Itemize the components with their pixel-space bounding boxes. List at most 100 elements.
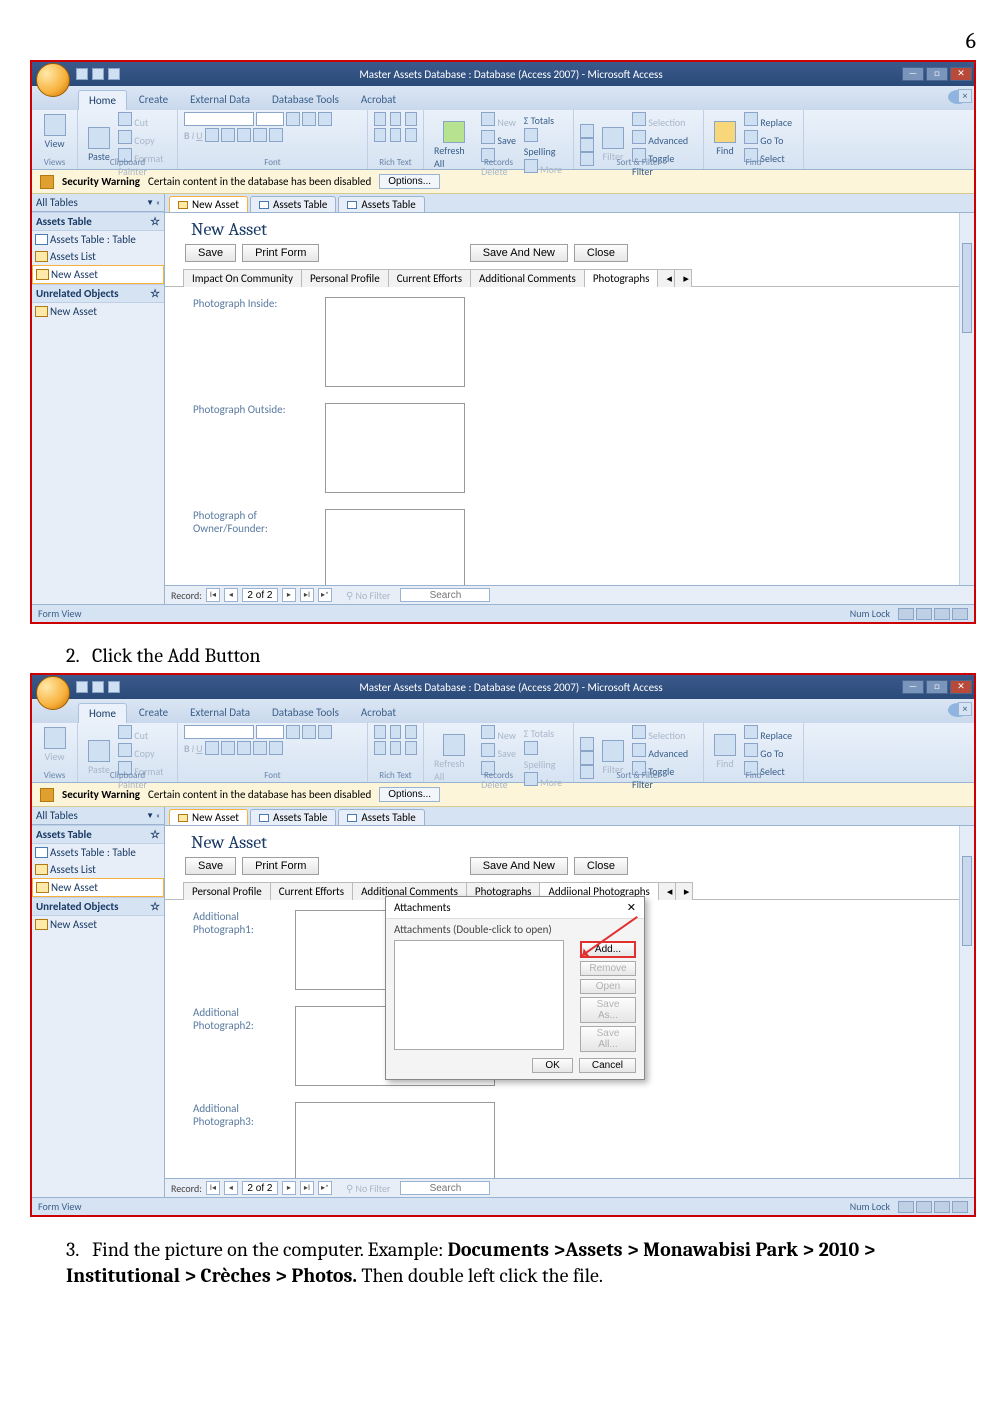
subtab-prev[interactable]: ◂ <box>658 882 676 900</box>
subtab-prev[interactable]: ◂ <box>657 269 675 287</box>
attachments-dialog: Attachments✕ Attachments (Double-click t… <box>385 896 645 1080</box>
nav-item-assets-list[interactable]: Assets List <box>32 861 164 878</box>
doc-tab-assets-1[interactable]: Assets Table <box>250 809 336 825</box>
tab-home[interactable]: Home <box>78 703 127 723</box>
subtab-next[interactable]: ▸ <box>674 269 692 287</box>
nav-item-new-asset-2[interactable]: New Asset <box>32 303 164 320</box>
form-save-button[interactable]: Save <box>185 857 236 875</box>
nav-header[interactable]: All Tables▼ « <box>32 194 164 212</box>
status-numlock: Num Lock <box>850 607 890 620</box>
subtab-impact[interactable]: Impact On Community <box>183 269 302 287</box>
tab-acrobat[interactable]: Acrobat <box>351 90 406 110</box>
advanced-button[interactable]: Advanced <box>632 130 697 147</box>
recnav-prev[interactable]: ◂ <box>224 1181 238 1195</box>
nav-item-new-asset-2[interactable]: New Asset <box>32 916 164 933</box>
quick-access-toolbar[interactable] <box>76 68 120 80</box>
office-button[interactable] <box>36 63 70 97</box>
tab-create[interactable]: Create <box>129 90 178 110</box>
recnav-first[interactable]: I◂ <box>206 588 220 602</box>
subtab-comments[interactable]: Additional Comments <box>470 269 585 287</box>
totals-button[interactable]: Σ Totals <box>524 114 567 127</box>
dialog-cancel-button[interactable]: Cancel <box>579 1058 636 1073</box>
form-print-button[interactable]: Print Form <box>242 244 319 262</box>
recnav-search[interactable] <box>400 1181 490 1195</box>
nav-item-assets-table[interactable]: Assets Table : Table <box>32 844 164 861</box>
nav-group-assets[interactable]: Assets Table☆ <box>32 212 164 231</box>
vertical-scrollbar[interactable] <box>959 213 974 585</box>
tab-dbtools[interactable]: Database Tools <box>262 90 349 110</box>
new-button[interactable]: New <box>481 112 520 129</box>
tab-dbtools[interactable]: Database Tools <box>262 703 349 723</box>
view-switcher[interactable] <box>898 1201 968 1213</box>
subtab-efforts[interactable]: Current Efforts <box>388 269 471 287</box>
form-close-button[interactable]: Close <box>574 244 628 262</box>
doc-tab-assets-2[interactable]: Assets Table <box>338 809 424 825</box>
find-button[interactable]: Find <box>710 119 740 159</box>
form-savenew-button[interactable]: Save And New <box>470 857 568 875</box>
tab-create[interactable]: Create <box>129 703 178 723</box>
nav-item-new-asset[interactable]: New Asset <box>32 878 164 897</box>
subtab-profile[interactable]: Personal Profile <box>183 882 271 900</box>
recnav-last[interactable]: ▸I <box>300 1181 314 1195</box>
window-controls[interactable]: —□✕ <box>902 680 972 694</box>
dialog-saveall-button[interactable]: Save All... <box>580 1026 636 1052</box>
nav-item-assets-table[interactable]: Assets Table : Table <box>32 231 164 248</box>
subtab-next[interactable]: ▸ <box>675 882 693 900</box>
nav-item-new-asset[interactable]: New Asset <box>32 265 164 284</box>
nav-group-unrelated[interactable]: Unrelated Objects☆ <box>32 897 164 916</box>
dialog-close[interactable]: ✕ <box>627 901 636 914</box>
cut-button[interactable]: Cut <box>118 112 171 129</box>
window-controls[interactable]: —□✕ <box>902 67 972 81</box>
mdi-close[interactable]: × <box>958 89 972 103</box>
recnav-pos[interactable] <box>242 588 278 602</box>
field-photo-owner[interactable] <box>325 509 465 585</box>
field-photo-inside[interactable] <box>325 297 465 387</box>
dialog-remove-button[interactable]: Remove <box>580 961 636 976</box>
field-add3[interactable] <box>295 1102 495 1178</box>
dialog-listbox[interactable] <box>394 940 564 1050</box>
nav-header[interactable]: All Tables▼ « <box>32 807 164 825</box>
subtab-efforts[interactable]: Current Efforts <box>270 882 353 900</box>
replace-button[interactable]: Replace <box>744 112 792 129</box>
recnav-new[interactable]: ▸* <box>318 588 332 602</box>
doc-tab-assets-1[interactable]: Assets Table <box>250 196 336 212</box>
recnav-next[interactable]: ▸ <box>282 1181 296 1195</box>
copy-button[interactable]: Copy <box>118 130 171 147</box>
recnav-prev[interactable]: ◂ <box>224 588 238 602</box>
field-photo-outside[interactable] <box>325 403 465 493</box>
nav-group-assets[interactable]: Assets Table☆ <box>32 825 164 844</box>
recnav-new[interactable]: ▸* <box>318 1181 332 1195</box>
recnav-search[interactable] <box>400 588 490 602</box>
form-savenew-button[interactable]: Save And New <box>470 244 568 262</box>
recnav-first[interactable]: I◂ <box>206 1181 220 1195</box>
tab-home[interactable]: Home <box>78 90 127 110</box>
office-button[interactable] <box>36 676 70 710</box>
doc-tab-new-asset[interactable]: New Asset <box>169 196 248 212</box>
view-switcher[interactable] <box>898 608 968 620</box>
mdi-close[interactable]: × <box>958 702 972 716</box>
spelling-button[interactable]: Spelling <box>524 128 567 158</box>
dialog-ok-button[interactable]: OK <box>532 1058 572 1073</box>
form-close-button[interactable]: Close <box>574 857 628 875</box>
doc-tab-assets-2[interactable]: Assets Table <box>338 196 424 212</box>
selection-button[interactable]: Selection <box>632 112 697 129</box>
view-button[interactable]: View <box>38 112 71 152</box>
form-save-button[interactable]: Save <box>185 244 236 262</box>
vertical-scrollbar[interactable] <box>959 826 974 1178</box>
dialog-open-button[interactable]: Open <box>580 979 636 994</box>
dialog-saveas-button[interactable]: Save As... <box>580 997 636 1023</box>
nav-item-assets-list[interactable]: Assets List <box>32 248 164 265</box>
subtab-photos[interactable]: Photographs <box>584 269 659 287</box>
save-rec-button[interactable]: Save <box>481 130 520 147</box>
goto-button[interactable]: Go To <box>744 130 792 147</box>
recnav-pos[interactable] <box>242 1181 278 1195</box>
tab-acrobat[interactable]: Acrobat <box>351 703 406 723</box>
tab-externaldata[interactable]: External Data <box>180 703 260 723</box>
recnav-last[interactable]: ▸I <box>300 588 314 602</box>
nav-group-unrelated[interactable]: Unrelated Objects☆ <box>32 284 164 303</box>
recnav-next[interactable]: ▸ <box>282 588 296 602</box>
form-print-button[interactable]: Print Form <box>242 857 319 875</box>
tab-externaldata[interactable]: External Data <box>180 90 260 110</box>
subtab-profile[interactable]: Personal Profile <box>301 269 389 287</box>
doc-tab-new-asset[interactable]: New Asset <box>169 809 248 825</box>
